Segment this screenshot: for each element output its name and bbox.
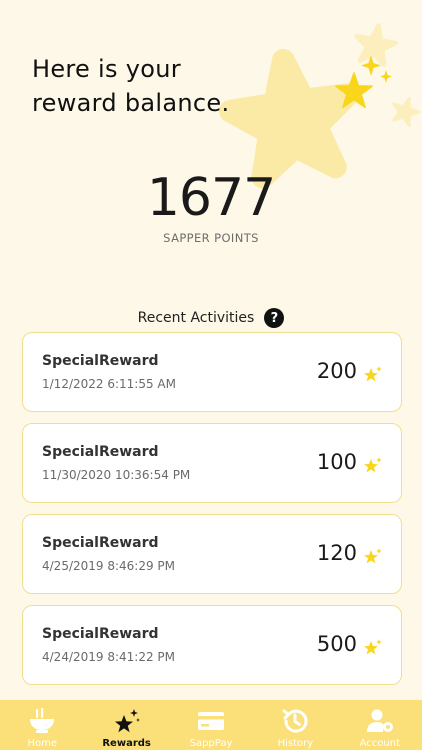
bottom-tab-bar: Home Rewards SappPay History Account (0, 700, 422, 750)
history-icon (282, 709, 308, 733)
activity-type: SpecialReward (42, 444, 159, 460)
activity-timestamp: 1/12/2022 6:11:55 AM (42, 377, 176, 391)
activity-timestamp: 11/30/2020 10:36:54 PM (42, 468, 191, 482)
card-icon (198, 712, 225, 730)
tab-label: Home (27, 738, 57, 749)
tab-label: History (277, 738, 314, 749)
page-headline: Here is your reward balance. (32, 52, 229, 120)
activity-timestamp: 4/25/2019 8:46:29 PM (42, 559, 176, 573)
sparkle-star-icon (364, 548, 382, 564)
points-caption: SAPPER POINTS (163, 231, 259, 245)
activity-card[interactable]: SpecialReward 4/24/2019 8:41:22 PM 500 (22, 605, 402, 685)
tab-home[interactable]: Home (0, 700, 84, 750)
tab-rewards[interactable]: Rewards (84, 700, 168, 750)
tab-label: SappPay (189, 738, 233, 749)
stars-icon (114, 709, 140, 733)
activity-type: SpecialReward (42, 535, 159, 551)
recent-activities-header: Recent Activities ? (0, 306, 422, 330)
headline-line-1: Here is your (32, 55, 181, 83)
sparkle-star-icon (364, 639, 382, 655)
tab-sapppay[interactable]: SappPay (169, 700, 253, 750)
points-balance: 1677 (146, 168, 276, 228)
tab-label: Rewards (102, 738, 151, 749)
tab-label: Account (359, 738, 401, 749)
tab-account[interactable]: Account (338, 700, 422, 750)
sparkle-star-icon (364, 366, 382, 382)
sparkle-star-icon (364, 457, 382, 473)
activity-points: 120 (316, 541, 357, 565)
activity-points: 500 (316, 632, 357, 656)
activity-type: SpecialReward (42, 353, 159, 369)
activity-type: SpecialReward (42, 626, 159, 642)
activity-card[interactable]: SpecialReward 11/30/2020 10:36:54 PM 100 (22, 423, 402, 503)
activity-points: 200 (316, 359, 357, 383)
recent-activities-title: Recent Activities (137, 310, 255, 326)
activity-card[interactable]: SpecialReward 4/25/2019 8:46:29 PM 120 (22, 514, 402, 594)
tab-history[interactable]: History (253, 700, 337, 750)
headline-line-2: reward balance. (32, 89, 230, 117)
account-settings-icon (366, 709, 393, 732)
activity-list: SpecialReward 1/12/2022 6:11:55 AM 200 S… (22, 332, 402, 696)
activity-card[interactable]: SpecialReward 1/12/2022 6:11:55 AM 200 (22, 332, 402, 412)
activity-points: 100 (316, 450, 357, 474)
activity-timestamp: 4/24/2019 8:41:22 PM (42, 650, 176, 664)
help-icon[interactable]: ? (264, 308, 285, 328)
bowl-icon (30, 708, 55, 733)
